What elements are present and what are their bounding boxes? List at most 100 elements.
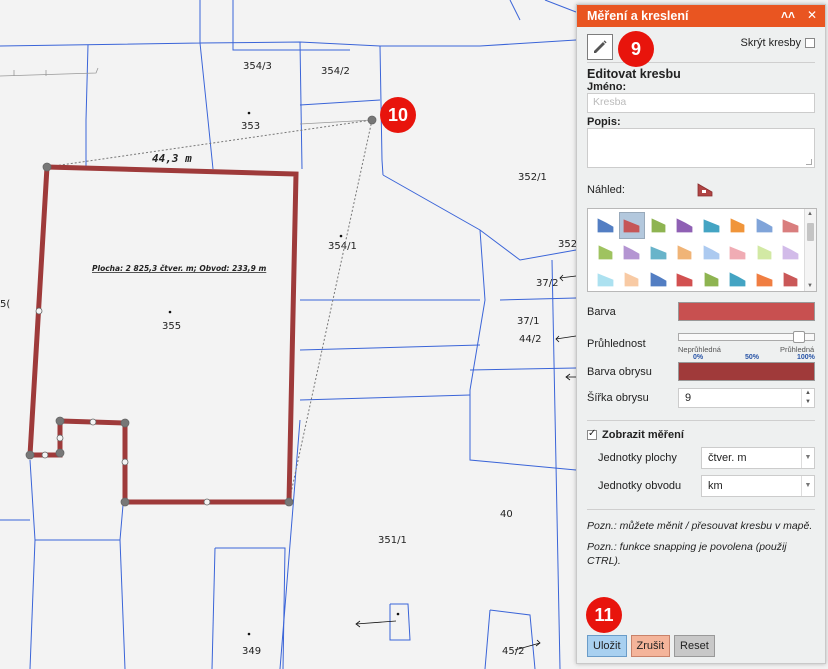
step-badge-11: 11 (586, 597, 622, 633)
vertex-handles[interactable] (25, 115, 377, 507)
close-icon[interactable]: ✕ (807, 8, 817, 22)
reset-button[interactable]: Reset (674, 635, 715, 657)
midpoint-handle (35, 307, 43, 315)
swatch-shape-icon (757, 245, 772, 260)
opacity-row: Průhlednost Neprůhledná Průhledná 0% 50%… (587, 330, 815, 361)
style-swatch[interactable] (592, 212, 619, 239)
parcel-label: 40 (500, 509, 513, 520)
style-swatch[interactable] (619, 266, 646, 291)
style-swatch[interactable] (698, 266, 725, 291)
style-swatch[interactable] (698, 212, 725, 239)
parcel-boundaries (0, 0, 577, 669)
style-swatch[interactable] (751, 239, 778, 266)
parcel-label: 352/1 (518, 172, 547, 183)
parcel-label: 44/2 (519, 334, 541, 345)
style-swatch[interactable] (592, 266, 619, 291)
style-swatch[interactable] (592, 239, 619, 266)
fill-color-picker[interactable] (678, 302, 815, 321)
opacity-slider-thumb[interactable] (793, 331, 805, 343)
palette-scrollbar[interactable]: ▲ ▼ (804, 209, 816, 291)
perimeter-units-select[interactable]: km ▼ (701, 475, 815, 497)
note-move: Pozn.: můžete měnit / přesouvat kresbu v… (587, 520, 813, 532)
edit-drawing-button[interactable] (587, 34, 613, 60)
description-label: Popis: (587, 116, 621, 128)
hide-drawings-label: Skrýt kresby (740, 37, 801, 49)
vertex-handle (42, 162, 52, 172)
show-measure-checkbox[interactable] (587, 428, 597, 440)
parcel-label: 37/2 (536, 278, 558, 289)
parcel-label: 45/2 (502, 646, 524, 657)
swatch-shape-icon (782, 219, 799, 233)
section-title: Editovat kresbu (587, 67, 681, 81)
swatch-shape-icon (597, 273, 614, 287)
outline-color-picker[interactable] (678, 362, 815, 381)
midpoint-handle (89, 418, 97, 426)
perimeter-units-row: Jednotky obvodu km ▼ (587, 475, 815, 497)
outline-width-value: 9 (685, 392, 692, 404)
style-swatch[interactable] (619, 239, 646, 266)
area-units-row: Jednotky plochy čtver. m ▼ (587, 447, 815, 469)
style-swatch[interactable] (751, 266, 778, 291)
opacity-slider[interactable] (678, 331, 815, 343)
style-swatch[interactable] (778, 239, 805, 266)
style-swatch[interactable] (725, 239, 752, 266)
style-swatch[interactable] (751, 212, 778, 239)
swatch-shape-icon (650, 246, 667, 260)
swatch-shape-icon (676, 273, 693, 287)
style-swatch[interactable] (725, 266, 752, 291)
vertex-handle (367, 115, 377, 125)
style-swatch[interactable] (645, 266, 672, 291)
measure-draw-panel: Měření a kreslení ˄˄ ✕ Skrýt kresby Edit… (576, 4, 826, 664)
swatch-shape-icon (704, 272, 719, 287)
hide-drawings-checkbox[interactable] (805, 38, 815, 48)
opacity-tick: 0% (693, 354, 704, 361)
chevron-down-icon: ▼ (801, 448, 814, 468)
fill-color-label: Barva (587, 306, 616, 318)
swatch-shape-icon (623, 245, 640, 260)
note-snapping: Pozn.: funkce snapping je povolena (použ… (587, 541, 787, 567)
vertex-handle (55, 448, 65, 458)
drawn-polygon[interactable] (27, 164, 299, 505)
swatch-shape-icon (729, 272, 746, 287)
preview-label: Náhled: (587, 184, 625, 196)
pencil-icon (594, 40, 607, 53)
area-units-label: Jednotky plochy (598, 452, 677, 464)
swatch-shape-icon (598, 245, 613, 260)
opacity-max-label: Průhledná (780, 345, 815, 354)
outline-width-input[interactable]: 9 ▲ ▼ (678, 388, 815, 408)
style-swatch[interactable] (778, 212, 805, 239)
area-units-value: čtver. m (708, 452, 747, 464)
hide-drawings-toggle[interactable]: Skrýt kresby (740, 37, 815, 49)
style-swatch[interactable] (618, 212, 645, 239)
vertex-handle (284, 497, 294, 507)
style-swatch[interactable] (725, 212, 752, 239)
description-textarea[interactable] (587, 128, 815, 168)
style-swatch[interactable] (645, 239, 672, 266)
area-units-select[interactable]: čtver. m ▼ (701, 447, 815, 469)
style-swatch[interactable] (698, 239, 725, 266)
name-input[interactable]: Kresba (587, 93, 815, 113)
cancel-button[interactable]: Zrušit (630, 635, 671, 657)
parcel-label: 37/1 (517, 316, 539, 327)
style-swatch[interactable] (778, 266, 805, 291)
perimeter-units-label: Jednotky obvodu (598, 480, 682, 492)
collapse-icon[interactable]: ˄˄ (781, 8, 795, 22)
swatch-shape-icon (676, 218, 693, 233)
show-measure-toggle[interactable]: Zobrazit měření (587, 428, 815, 441)
style-swatch[interactable] (645, 212, 672, 239)
vertex-handle (120, 418, 130, 428)
outline-width-row: Šířka obrysu 9 ▲ ▼ (587, 388, 815, 410)
parcel-label: 354/1 (328, 241, 357, 252)
outline-width-spinner[interactable]: ▲ ▼ (801, 389, 814, 407)
parcel-label: 353 (241, 121, 260, 132)
swatch-shape-icon (624, 272, 639, 287)
save-button[interactable]: Uložit (587, 635, 627, 657)
show-measure-label: Zobrazit měření (602, 429, 684, 441)
swatch-shape-icon (623, 219, 640, 233)
style-swatch[interactable] (672, 266, 699, 291)
name-label: Jméno: (587, 81, 627, 93)
style-swatch[interactable] (672, 239, 699, 266)
swatch-shape-icon (782, 245, 799, 260)
parcel-centroids (168, 111, 400, 636)
style-swatch[interactable] (672, 212, 699, 239)
